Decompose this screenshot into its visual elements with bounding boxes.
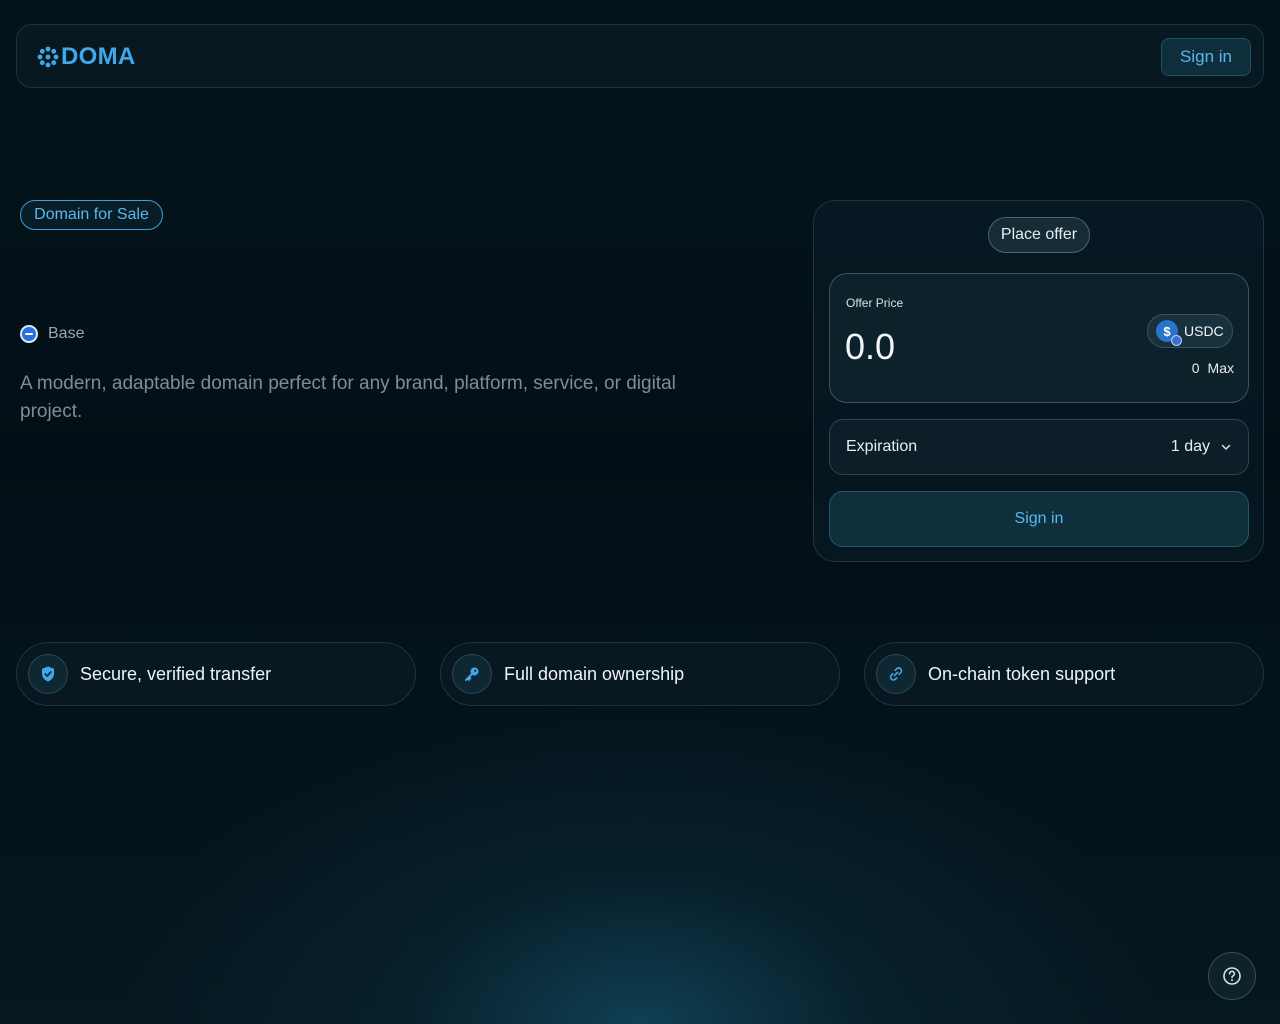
doma-logo-icon <box>37 46 59 68</box>
domain-description: A modern, adaptable domain perfect for a… <box>20 373 676 422</box>
domain-for-sale-badge: Domain for Sale <box>20 200 163 230</box>
help-icon <box>1223 967 1241 985</box>
feature-full-ownership: Full domain ownership <box>440 642 840 706</box>
balance-value: 0 <box>1191 360 1200 376</box>
max-button[interactable]: Max <box>1208 360 1234 376</box>
chevron-down-icon <box>1221 444 1231 451</box>
link-icon <box>876 654 916 694</box>
doma-logo[interactable]: DOMA <box>37 43 136 71</box>
expiration-value-wrap: 1 day <box>1171 438 1232 456</box>
logo-text: DOMA <box>61 43 136 70</box>
token-label: USDC <box>1184 323 1224 339</box>
network-label: Base <box>48 325 85 342</box>
expiration-select[interactable]: Expiration 1 day <box>829 419 1249 475</box>
top-header: DOMA Sign in <box>16 24 1264 88</box>
place-offer-tab[interactable]: Place offer <box>988 217 1090 253</box>
base-network-icon <box>20 325 38 343</box>
offer-price-input[interactable]: 0.0 <box>845 326 895 368</box>
shield-check-icon <box>28 654 68 694</box>
balance-row: 0 Max <box>1192 360 1234 376</box>
base-chain-mini-icon <box>1171 335 1182 346</box>
header-signin-button[interactable]: Sign in <box>1161 38 1251 76</box>
expiration-value: 1 day <box>1170 438 1210 455</box>
key-icon <box>452 654 492 694</box>
network-indicator: Base <box>20 324 84 344</box>
token-selector[interactable]: $ USDC <box>1147 314 1233 348</box>
help-button[interactable] <box>1208 952 1256 1000</box>
feature-label: Secure, verified transfer <box>80 663 272 684</box>
offer-price-box: Offer Price 0.0 $ USDC 0 Max <box>829 273 1249 403</box>
offer-signin-button[interactable]: Sign in <box>829 491 1249 547</box>
feature-secure-transfer: Secure, verified transfer <box>16 642 416 706</box>
feature-onchain-token: On-chain token support <box>864 642 1264 706</box>
offer-price-label: Offer Price <box>846 296 904 310</box>
feature-label: On-chain token support <box>928 663 1116 684</box>
offer-panel: Place offer Offer Price 0.0 $ USDC 0 Max… <box>813 200 1264 562</box>
expiration-label: Expiration <box>846 438 918 455</box>
feature-label: Full domain ownership <box>504 663 685 684</box>
usdc-icon: $ <box>1156 320 1182 346</box>
